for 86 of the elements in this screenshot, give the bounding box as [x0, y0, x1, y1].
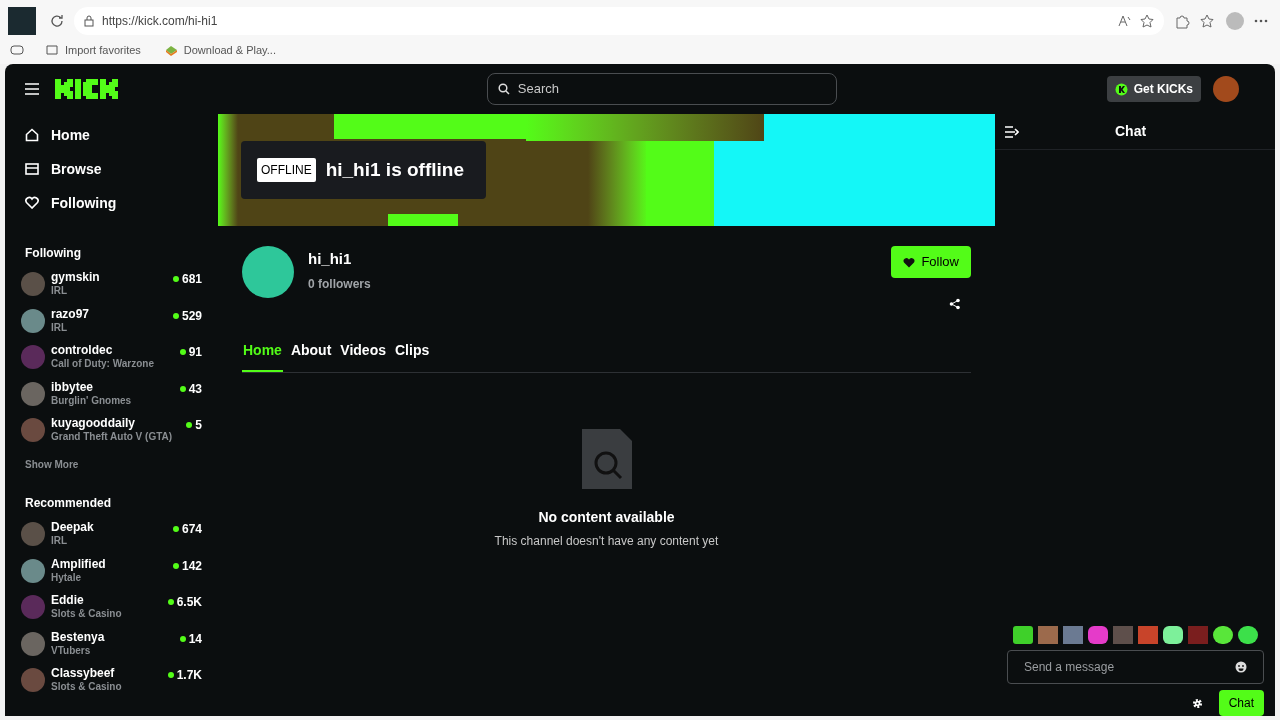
offline-text: hi_hi1 is offline: [325, 157, 464, 182]
channel-avatar: [21, 521, 45, 546]
channel-tab[interactable]: Clips: [394, 340, 431, 372]
section-title: Recommended: [24, 494, 113, 512]
channel-avatar: [21, 668, 45, 693]
tab-actions-icon[interactable]: [10, 45, 24, 55]
channel-item[interactable]: Eddie Slots & Casino 6.5K: [19, 593, 204, 630]
read-aloud-icon[interactable]: [1118, 14, 1132, 28]
search-icon: [497, 83, 510, 95]
channel-name: hi_hi1: [308, 249, 353, 269]
folder-icon: [46, 44, 59, 56]
viewer-count: 142: [181, 557, 202, 575]
channel-tab[interactable]: About: [289, 340, 333, 372]
channel-avatar: [21, 381, 45, 406]
channel-tab[interactable]: Home: [242, 340, 283, 372]
channel-item[interactable]: kuyagooddaily Grand Theft Auto V (GTA) 5: [19, 416, 204, 453]
favorites-icon[interactable]: [1200, 13, 1216, 29]
menu-icon[interactable]: [25, 83, 39, 95]
show-more-link[interactable]: Show More: [19, 456, 204, 472]
follow-button[interactable]: Follow: [891, 246, 971, 278]
channel-item[interactable]: razo97 IRL 529: [19, 306, 204, 344]
viewer-count: 1.7K: [176, 667, 202, 685]
url-text: https://kick.com/hi-hi1: [102, 13, 218, 30]
message-placeholder: Send a message: [1024, 659, 1116, 676]
emote-icon[interactable]: [1213, 626, 1233, 644]
user-avatar[interactable]: [1213, 76, 1239, 102]
section-title: Following: [24, 245, 82, 262]
browse-icon: [25, 162, 39, 176]
coin-icon: [1114, 82, 1128, 96]
channel-item[interactable]: controldec Call of Duty: Warzone 91: [19, 343, 204, 380]
channel-avatar: [21, 631, 45, 656]
viewer-count: 681: [181, 271, 202, 288]
viewer-count: 529: [181, 307, 202, 325]
nav-item[interactable]: Browse: [19, 156, 204, 182]
channel-avatar: [21, 308, 45, 333]
empty-subtitle: This channel doesn't have any content yet: [494, 533, 719, 550]
channel-tab[interactable]: Videos: [339, 340, 387, 372]
app-icon: [164, 44, 178, 56]
channel-item[interactable]: gymskin IRL 681: [19, 270, 204, 307]
channel-avatar: [21, 418, 45, 443]
viewer-count: 91: [188, 344, 202, 362]
app-icon: [8, 7, 36, 35]
share-icon[interactable]: [949, 298, 961, 310]
chat-send-button[interactable]: Chat: [1218, 690, 1264, 716]
channel-avatar: [242, 246, 294, 298]
channel-item[interactable]: Amplified Hytale 142: [19, 556, 204, 594]
viewer-count: 6.5K: [176, 594, 202, 612]
channel-item[interactable]: ibbytee Burglin' Gnomes 43: [19, 379, 204, 417]
emote-icon[interactable]: [1163, 626, 1183, 644]
nav-item[interactable]: Following: [19, 190, 204, 216]
bookmark-item[interactable]: Import favorites: [46, 41, 141, 59]
channel-avatar: [21, 558, 45, 583]
empty-title: No content available: [538, 508, 675, 527]
collapse-chat-icon[interactable]: [1005, 125, 1019, 138]
address-bar[interactable]: https://kick.com/hi-hi1: [74, 7, 1164, 35]
offline-badge: OFFLINE: [257, 158, 316, 182]
channel-avatar: [21, 345, 45, 370]
star-icon[interactable]: [1140, 14, 1154, 28]
viewer-count: 14: [188, 630, 202, 648]
search-field[interactable]: Search: [486, 73, 837, 105]
viewer-count: 674: [181, 520, 202, 538]
message-field[interactable]: Send a message: [1007, 650, 1264, 684]
emote-icon[interactable]: [1238, 626, 1258, 644]
channel-avatar: [21, 272, 45, 296]
viewer-count: 5: [195, 417, 202, 435]
search-placeholder: Search: [517, 80, 560, 99]
lock-icon: [84, 15, 94, 27]
heart-icon: [25, 196, 39, 210]
more-icon[interactable]: [1254, 19, 1268, 23]
viewer-count: 43: [188, 380, 202, 398]
nav-item[interactable]: Home: [19, 122, 204, 148]
emoji-icon[interactable]: [1235, 661, 1247, 673]
channel-item[interactable]: Deepak IRL 674: [19, 519, 204, 557]
heart-icon: [903, 256, 916, 268]
channel-item[interactable]: Classybeef Slots & Casino 1.7K: [19, 666, 204, 703]
chat-title: Chat: [1115, 122, 1147, 141]
empty-search-icon: [581, 429, 632, 489]
refresh-icon[interactable]: [50, 14, 64, 28]
follower-count: 0 followers: [308, 275, 371, 293]
channel-avatar: [21, 595, 45, 620]
extensions-icon[interactable]: [1174, 13, 1190, 29]
channel-item[interactable]: Bestenya VTubers 14: [19, 629, 204, 667]
get-kicks-button[interactable]: Get KICKs: [1106, 76, 1201, 102]
settings-icon[interactable]: [1191, 697, 1203, 709]
home-icon: [25, 128, 39, 142]
bookmark-item[interactable]: Download & Play...: [164, 41, 276, 59]
